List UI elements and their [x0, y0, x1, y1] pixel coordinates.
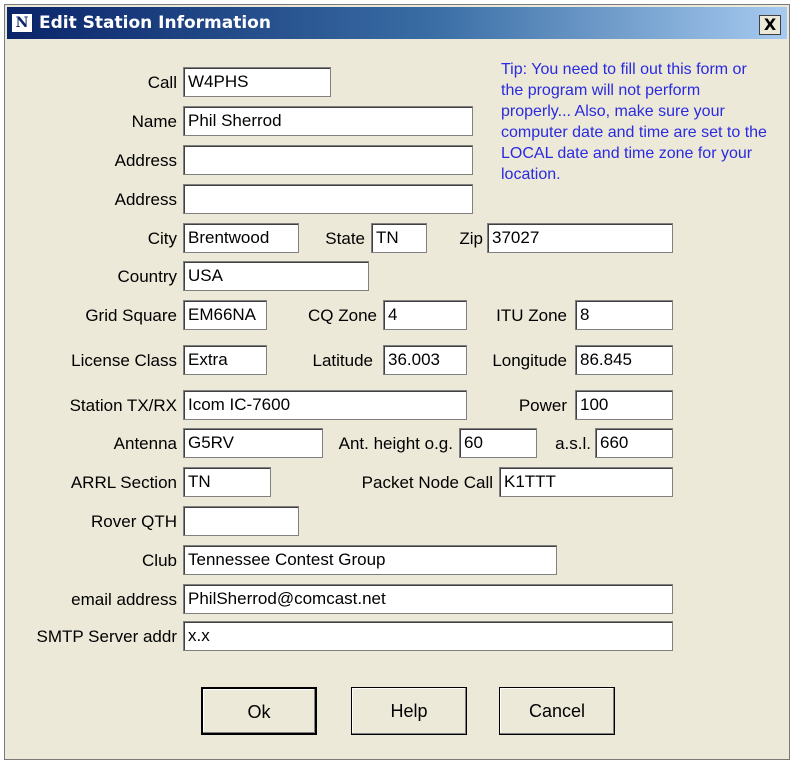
antenna-field[interactable]: G5RV [183, 428, 323, 458]
city-label: City [147, 229, 177, 248]
grid-square-field[interactable]: EM66NA [183, 300, 267, 330]
grid-square-label: Grid Square [85, 306, 177, 325]
call-label: Call [147, 73, 177, 92]
zip-field[interactable]: 37027 [487, 223, 673, 253]
power-label: Power [518, 396, 567, 415]
rover-qth-field[interactable] [183, 506, 299, 536]
smtp-server-field[interactable]: x.x [183, 621, 673, 651]
latitude-label: Latitude [312, 351, 374, 370]
title-bar[interactable]: N Edit Station Information X [7, 7, 787, 39]
address2-label: Address [114, 190, 177, 209]
tip-text: Tip: You need to fill out this form or t… [501, 61, 767, 183]
window-title: Edit Station Information [39, 13, 271, 33]
state-label: State [325, 229, 365, 248]
itu-zone-label: ITU Zone [496, 306, 567, 325]
itu-zone-field[interactable]: 8 [575, 300, 673, 330]
latitude-field[interactable]: 36.003 [383, 345, 467, 375]
ant-height-label: Ant. height o.g. [338, 434, 453, 453]
rover-qth-label: Rover QTH [91, 512, 177, 531]
ant-height-field[interactable]: 60 [459, 428, 537, 458]
name-field[interactable]: Phil Sherrod [183, 106, 473, 136]
close-button[interactable]: X [759, 15, 781, 35]
asl-label: a.s.l. [555, 434, 591, 453]
zip-label: Zip [459, 229, 483, 248]
cq-zone-label: CQ Zone [308, 306, 377, 325]
country-field[interactable]: USA [183, 261, 369, 291]
packet-node-call-label: Packet Node Call [361, 473, 493, 492]
arrl-section-field[interactable]: TN [183, 467, 271, 497]
station-txrx-label: Station TX/RX [69, 396, 177, 415]
cancel-button[interactable]: Cancel [499, 687, 615, 735]
license-class-label: License Class [71, 351, 177, 370]
smtp-server-label: SMTP Server addr [36, 627, 177, 646]
license-class-field[interactable]: Extra [183, 345, 267, 375]
arrl-section-label: ARRL Section [70, 473, 177, 492]
edit-station-dialog: N Edit Station Information X Tip: You ne… [4, 4, 790, 760]
antenna-label: Antenna [113, 434, 177, 453]
state-field[interactable]: TN [371, 223, 427, 253]
club-label: Club [142, 551, 177, 570]
ok-button[interactable]: Ok [201, 687, 317, 735]
name-label: Name [131, 112, 177, 131]
packet-node-call-field[interactable]: K1TTT [499, 467, 673, 497]
station-txrx-field[interactable]: Icom IC-7600 [183, 390, 467, 420]
address1-label: Address [114, 151, 177, 170]
app-icon: N [11, 13, 33, 33]
call-field[interactable]: W4PHS [183, 67, 331, 97]
cq-zone-field[interactable]: 4 [383, 300, 467, 330]
club-field[interactable]: Tennessee Contest Group [183, 545, 557, 575]
email-field[interactable]: PhilSherrod@comcast.net [183, 584, 673, 614]
city-field[interactable]: Brentwood [183, 223, 299, 253]
power-field[interactable]: 100 [575, 390, 673, 420]
asl-field[interactable]: 660 [595, 428, 673, 458]
country-label: Country [117, 267, 177, 286]
longitude-field[interactable]: 86.845 [575, 345, 673, 375]
address1-field[interactable] [183, 145, 473, 175]
longitude-label: Longitude [492, 351, 567, 370]
address2-field[interactable] [183, 184, 473, 214]
email-label: email address [71, 590, 177, 609]
help-button[interactable]: Help [351, 687, 467, 735]
